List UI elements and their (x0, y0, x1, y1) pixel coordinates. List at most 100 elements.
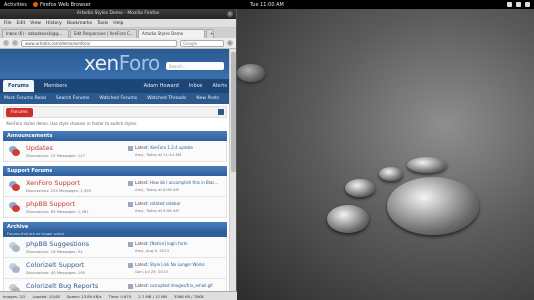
home-icon[interactable]: ⌂ (227, 40, 233, 46)
avatar[interactable] (128, 202, 133, 207)
water-drop-image (387, 177, 479, 235)
forum-latest-by: Amy, Today at 11:44 AM (135, 152, 182, 157)
system-tray[interactable] (507, 1, 530, 7)
search-bar[interactable]: Google (180, 39, 224, 47)
tab-artodia-demo[interactable]: Artodia Styles Demo (138, 29, 205, 38)
status-loaded: Loaded: 10/48 (32, 293, 60, 299)
latest-thread-link[interactable]: How do I accomplish this in Blac... (150, 180, 218, 185)
category-header[interactable]: Support Forums (3, 166, 227, 176)
new-tab-button[interactable]: + (206, 29, 214, 38)
vertical-scrollbar[interactable] (229, 49, 236, 291)
menu-history[interactable]: History (46, 21, 62, 26)
latest-thread-link[interactable]: [Notice] login form (150, 241, 188, 246)
site-search-input[interactable]: Search... (166, 62, 224, 70)
forum-latest-by: Gon, Jul 29, 2013 (135, 269, 168, 274)
subnav-new-posts[interactable]: New Posts (196, 96, 219, 101)
subnav-mark-read[interactable]: Mark Forums Read (4, 96, 46, 101)
desktop-wallpaper (237, 9, 534, 300)
site-description: XenForo styles demo. Use style chooser i… (6, 121, 138, 126)
status-speed: Speed: 23.89 KB/s (66, 293, 102, 299)
category-header[interactable]: Announcements (3, 131, 227, 141)
forum-stats: Discussions: 40 Messages: 195 (26, 270, 86, 275)
status-size: 3368 KB / 78KB (174, 293, 204, 299)
forum-title[interactable]: phpBB Suggestions (26, 240, 89, 248)
forum-latest: Latest: corrupted images/trix_email.gif (135, 283, 213, 288)
menu-edit[interactable]: Edit (17, 21, 26, 26)
app-menu[interactable]: Firefox Web Browser (33, 2, 91, 8)
forum-unread-icon (9, 181, 20, 191)
nav-forums[interactable]: Forums (3, 80, 34, 92)
logo-text-accent: Foro (118, 51, 161, 75)
forum-stats: Discussions: 225 Messages: 1,393 (26, 188, 92, 193)
activities-button[interactable]: Activities (4, 2, 27, 8)
latest-thread-link[interactable]: XenForo 1.2.4 update (150, 145, 193, 150)
avatar[interactable] (128, 181, 133, 186)
nav-user[interactable]: Adam Howard (144, 83, 179, 89)
forum-stats: Discussions: 15 Messages: 127 (26, 153, 86, 158)
forum-title[interactable]: phpBB Support (26, 200, 75, 208)
forum-node: phpBB Suggestions Discussions: 18 Messag… (3, 237, 227, 258)
scrollbar-thumb[interactable] (231, 52, 236, 172)
forward-icon[interactable]: › (12, 40, 18, 46)
breadcrumb: Forums (3, 106, 227, 118)
subnav-watched-forums[interactable]: Watched Forums (99, 96, 137, 101)
tab-strip: Inbox (6) - zabozkovski@g... Edit Respon… (0, 28, 236, 38)
water-drop-image (379, 167, 403, 181)
forum-latest: Latest: XenForo 1.2.4 update (135, 145, 193, 150)
water-drop-image (345, 179, 375, 197)
forum-node: Colorizelt Bug Reports Latest: corrupted… (3, 279, 227, 291)
latest-thread-link[interactable]: rotated sidebar (150, 201, 181, 206)
nav-inbox[interactable]: Inbox (189, 83, 203, 89)
tab-inbox[interactable]: Inbox (6) - zabozkovski@g... (2, 29, 69, 38)
network-icon[interactable] (507, 1, 512, 7)
url-bar[interactable]: www.artodia.com/demo/xenforo/ (21, 39, 177, 47)
clock[interactable]: Tue 11:00 AM (250, 2, 284, 8)
close-icon[interactable]: × (227, 11, 233, 17)
back-icon[interactable]: ‹ (3, 40, 9, 46)
menu-file[interactable]: File (4, 21, 12, 26)
app-menu-label: Firefox Web Browser (40, 1, 91, 8)
forum-title[interactable]: Updates (26, 144, 53, 152)
forum-latest-by: Amy, Today at 6:08 AM (135, 208, 179, 213)
latest-thread-link[interactable]: corrupted images/trix_email.gif (150, 283, 213, 288)
navigation-toolbar: ‹ › www.artodia.com/demo/xenforo/ Google… (0, 38, 236, 49)
nav-alerts[interactable]: Alerts (212, 83, 227, 89)
site-logo[interactable]: xenForo (84, 51, 160, 75)
status-time: Time: 0.670 (108, 293, 132, 299)
forum-unread-icon (9, 146, 20, 156)
forum-read-icon (9, 242, 20, 252)
volume-icon[interactable] (516, 1, 521, 7)
menu-bookmarks[interactable]: Bookmarks (67, 21, 92, 26)
forum-node: Updates Discussions: 15 Messages: 127 La… (3, 141, 227, 162)
subnav-watched-threads[interactable]: Watched Threads (147, 96, 186, 101)
menu-tools[interactable]: Tools (97, 21, 108, 26)
breadcrumb-forums[interactable]: Forums (6, 108, 33, 117)
forum-title[interactable]: XenForo Support (26, 179, 80, 187)
forum-title[interactable]: Colorizelt Bug Reports (26, 282, 98, 290)
status-images: Images: 2/2 (3, 293, 26, 299)
avatar[interactable] (128, 146, 133, 151)
firefox-icon (33, 2, 38, 7)
user-menu-icon[interactable] (525, 1, 530, 7)
site-nav: Forums Members Adam Howard Inbox Alerts (0, 79, 230, 93)
avatar[interactable] (128, 263, 133, 268)
site-header: xenForo Search... (0, 49, 230, 79)
nav-members[interactable]: Members (44, 83, 67, 89)
avatar[interactable] (128, 284, 133, 289)
menu-view[interactable]: View (30, 21, 41, 26)
subnav-search-forums[interactable]: Search Forums (56, 96, 90, 101)
breadcrumb-toggle-icon[interactable] (218, 109, 224, 115)
forum-title[interactable]: Colorizelt Support (26, 261, 84, 269)
water-drop-image (327, 205, 369, 233)
window-titlebar[interactable]: Artodia Styles Demo - Mozilla Firefox × (0, 9, 236, 19)
page-content: xenForo Search... Forums Members Adam Ho… (0, 49, 230, 291)
tab-edit-responsive[interactable]: Edit Responsive | XenForo C... (70, 29, 137, 38)
menu-bar: File Edit View History Bookmarks Tools H… (0, 19, 236, 28)
menu-help[interactable]: Help (113, 21, 123, 26)
system-top-bar: Activities Firefox Web Browser Tue 11:00… (0, 0, 534, 9)
category-header[interactable]: Archive (3, 222, 227, 232)
status-bar: Images: 2/2 Loaded: 10/48 Speed: 23.89 K… (0, 291, 237, 300)
logo-text: xen (84, 51, 119, 75)
avatar[interactable] (128, 242, 133, 247)
latest-thread-link[interactable]: Style Link No Longer Works (150, 262, 205, 267)
